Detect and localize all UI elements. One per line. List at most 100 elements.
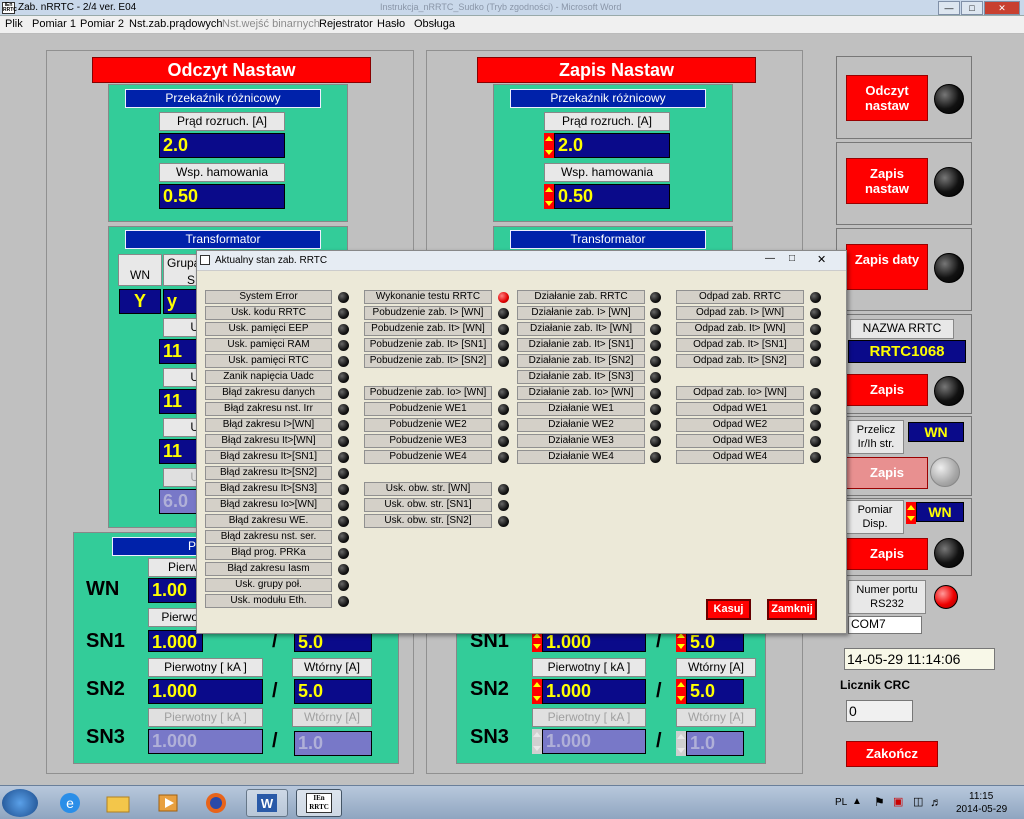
svg-text:e: e [66, 795, 74, 811]
minimize-button[interactable]: — [938, 1, 960, 15]
menu-haslo[interactable]: Hasło [377, 18, 405, 30]
write-secondary-input-sn2[interactable]: 5.0 [686, 679, 744, 704]
read-primary-label-sn2: Pierwotny [ kA ] [148, 658, 263, 677]
meas-spinner[interactable] [906, 502, 916, 524]
status-label-c3-0: Działanie zab. RRTC [517, 290, 645, 304]
menu-pomiar1[interactable]: Pomiar 1 [32, 18, 76, 30]
read-pickup-value: 2.0 [159, 133, 285, 158]
read-primary-label-sn1: Pierwo [148, 608, 203, 627]
save-meas-button[interactable]: Zapis [846, 538, 928, 570]
status-led-c2-10 [498, 452, 509, 463]
clock-time[interactable]: 11:15 [969, 791, 993, 802]
save-name-button[interactable]: Zapis [846, 374, 928, 406]
write-date-button[interactable]: Zapis daty [846, 244, 928, 290]
write-secondary-spinner-sn2[interactable] [676, 679, 686, 704]
status-label-c2-13: Usk. obw. str. [SN1] [364, 498, 492, 512]
status-led-c4-9 [810, 436, 821, 447]
rrtc-name-label: NAZWA RRTC [850, 319, 954, 339]
firefox-icon[interactable] [198, 789, 234, 817]
status-label-c4-7: Odpad WE1 [676, 402, 804, 416]
media-player-icon[interactable] [150, 789, 186, 817]
crc-counter-label: Licznik CRC [840, 678, 911, 692]
write-brake-spinner[interactable] [544, 184, 554, 209]
maximize-button[interactable]: □ [961, 1, 983, 15]
background-window-title: Instrukcja_nRRTC_Sudko (Tryb zgodności) … [380, 2, 622, 12]
clear-button[interactable]: Kasuj [706, 599, 751, 620]
write-status-led [934, 167, 964, 197]
read-ratio-title: P [112, 537, 203, 556]
write-pickup-input[interactable]: 2.0 [554, 133, 670, 158]
status-led-c1-7 [338, 404, 349, 415]
read-row-sn2-label: SN2 [86, 678, 125, 700]
convert-side-value[interactable]: WN [908, 422, 964, 442]
status-label-c1-17: Błąd zakresu Iasm [205, 562, 332, 576]
tray-app-icon[interactable]: ◫ [913, 795, 923, 808]
convert-status-led [930, 457, 960, 487]
close-button[interactable]: ✕ [984, 1, 1020, 15]
write-settings-button[interactable]: Zapis nastaw [846, 158, 928, 204]
status-led-c4-1 [810, 308, 821, 319]
status-led-c4-3 [810, 340, 821, 351]
status-led-c3-6 [650, 388, 661, 399]
status-led-c3-8 [650, 420, 661, 431]
clock-date[interactable]: 2014-05-29 [956, 804, 1007, 815]
status-label-c1-19: Usk. modułu Eth. [205, 594, 332, 608]
dialog-close-button[interactable]: Zamknij [767, 599, 817, 620]
datetime-display: 14-05-29 11:14:06 [844, 648, 995, 670]
write-sn3-slash: / [656, 730, 662, 752]
menu-nst-zab-pradowych[interactable]: Nst.zab.prądowych [129, 18, 223, 30]
read-sn2-slash: / [272, 680, 278, 702]
network-icon[interactable]: ▣ [893, 795, 903, 808]
status-led-c3-3 [650, 340, 661, 351]
menu-obsluga[interactable]: Obsługa [414, 18, 455, 30]
write-brake-input[interactable]: 0.50 [554, 184, 670, 209]
browser-icon[interactable]: e [52, 789, 88, 817]
folder-icon[interactable] [100, 789, 136, 817]
status-label-c2-4: Pobudzenie zab. It> [SN2] [364, 354, 492, 368]
write-pickup-spinner[interactable] [544, 133, 554, 158]
language-indicator[interactable]: PL [835, 797, 847, 808]
port-value[interactable]: COM7 [848, 616, 922, 634]
write-primary-spinner-sn2[interactable] [532, 679, 542, 704]
dialog-minimize-icon[interactable]: — [765, 253, 775, 264]
meas-side-value[interactable]: WN [916, 502, 964, 522]
volume-icon[interactable]: ♬ [930, 795, 942, 809]
read-sn3-slash: / [272, 730, 278, 752]
meas-label: Pomiar Disp. [846, 500, 904, 534]
status-label-c4-8: Odpad WE2 [676, 418, 804, 432]
read-settings-button[interactable]: Odczyt nastaw [846, 75, 928, 121]
write-primary-label-sn2: Pierwotny [ kA ] [532, 658, 646, 677]
status-label-c4-9: Odpad WE3 [676, 434, 804, 448]
flag-icon[interactable]: ⚑ [874, 795, 885, 809]
status-led-c3-7 [650, 404, 661, 415]
read-secondary-value-sn3: 1.0 [294, 731, 372, 756]
dialog-close-icon[interactable]: ✕ [817, 253, 826, 266]
start-button[interactable] [2, 789, 38, 817]
dialog-maximize-icon[interactable]: □ [789, 253, 795, 264]
status-label-c4-2: Odpad zab. It> [WN] [676, 322, 804, 336]
write-row-sn2-label: SN2 [470, 678, 509, 700]
status-label-c2-8: Pobudzenie WE2 [364, 418, 492, 432]
read-wn-label: WN [118, 254, 162, 286]
save-convert-button[interactable]: Zapis [846, 457, 928, 489]
menu-nst-wejsc-binarnych[interactable]: Nst.wejść binarnych [222, 18, 320, 30]
tray-expand-icon[interactable]: ▲ [852, 796, 862, 807]
write-row-sn3-label: SN3 [470, 726, 509, 748]
menu-pomiar2[interactable]: Pomiar 2 [80, 18, 124, 30]
menu-plik[interactable]: Plik [5, 18, 23, 30]
status-label-c4-6: Odpad zab. Io> [WN] [676, 386, 804, 400]
status-led-c1-16 [338, 548, 349, 559]
status-led-c1-3 [338, 340, 349, 351]
word-task-icon[interactable]: W [246, 789, 288, 817]
exit-button[interactable]: Zakończ [846, 741, 938, 767]
status-led-c4-2 [810, 324, 821, 335]
rrtc-task-button[interactable]: IEn RRTC [296, 789, 342, 817]
write-primary-input-sn2[interactable]: 1.000 [542, 679, 646, 704]
status-led-c1-15 [338, 532, 349, 543]
svg-text:W: W [261, 796, 274, 811]
status-label-c1-18: Usk. grupy poł. [205, 578, 332, 592]
status-label-c1-5: Zanik napięcia Uadc [205, 370, 332, 384]
menu-rejestrator[interactable]: Rejestrator [319, 18, 373, 30]
status-led-c1-19 [338, 596, 349, 607]
status-dialog-title: Aktualny stan zab. RRTC [215, 255, 328, 266]
